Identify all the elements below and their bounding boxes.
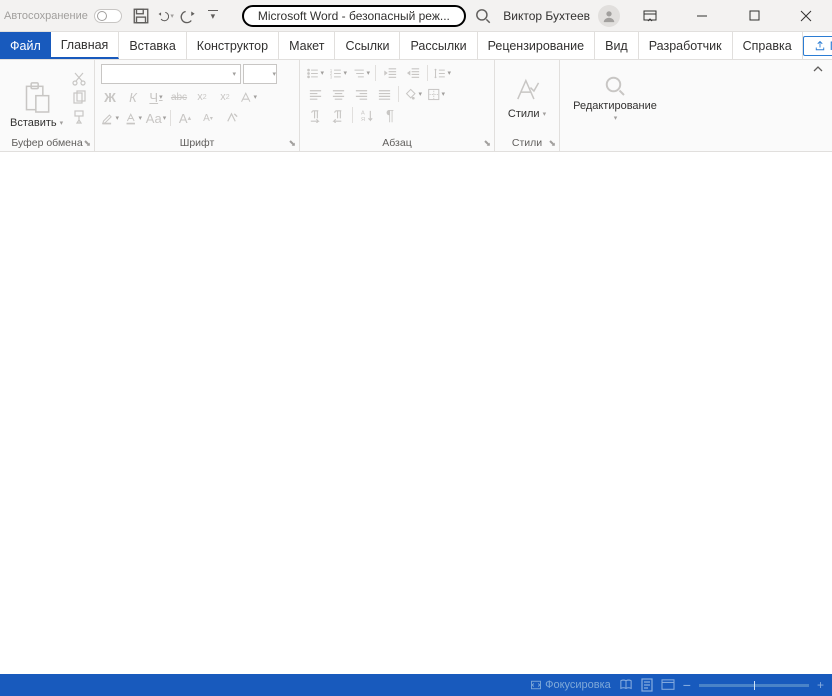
document-area[interactable] bbox=[0, 152, 832, 677]
tab-insert[interactable]: Вставка bbox=[119, 32, 186, 59]
ribbon-tabs: Файл Главная Вставка Конструктор Макет С… bbox=[0, 32, 832, 60]
group-editing: Редактирование ▾ bbox=[560, 60, 670, 151]
cut-icon[interactable] bbox=[71, 71, 87, 87]
clipboard-label: Буфер обмена bbox=[11, 137, 82, 149]
font-name-combo[interactable]: ▾ bbox=[101, 64, 241, 84]
editing-btn-label: Редактирование bbox=[573, 100, 657, 112]
group-clipboard: Вставить▾ Буфер обмена⬊ bbox=[0, 60, 95, 151]
bold-button[interactable]: Ж bbox=[101, 88, 119, 106]
save-icon[interactable] bbox=[132, 7, 150, 25]
borders-button[interactable]: ▾ bbox=[427, 85, 445, 103]
titlebar: Автосохранение ▾ ▾ Microsoft Word - безо… bbox=[0, 0, 832, 32]
tab-references[interactable]: Ссылки bbox=[335, 32, 400, 59]
web-layout-icon[interactable] bbox=[661, 679, 675, 691]
avatar[interactable] bbox=[598, 5, 620, 27]
zoom-out-button[interactable]: − bbox=[683, 677, 691, 693]
shrink-font-button[interactable]: A▾ bbox=[199, 109, 217, 127]
redo-icon[interactable] bbox=[180, 7, 198, 25]
styles-launcher-icon[interactable]: ⬊ bbox=[548, 138, 556, 149]
paragraph-label: Абзац bbox=[382, 137, 411, 149]
zoom-in-button[interactable]: + bbox=[817, 678, 824, 692]
svg-text:3: 3 bbox=[330, 74, 333, 79]
align-left-button[interactable] bbox=[306, 85, 324, 103]
superscript-button[interactable]: x2 bbox=[216, 88, 234, 106]
tab-home[interactable]: Главная bbox=[51, 32, 120, 59]
decrease-indent-button[interactable] bbox=[381, 64, 399, 82]
ribbon-display-button[interactable] bbox=[628, 1, 672, 31]
numbering-button[interactable]: 123▾ bbox=[329, 64, 347, 82]
editing-button[interactable]: Редактирование ▾ bbox=[560, 60, 670, 135]
font-launcher-icon[interactable]: ⬊ bbox=[288, 138, 296, 149]
font-color-button[interactable]: ▾ bbox=[124, 109, 142, 127]
copy-icon[interactable] bbox=[71, 90, 87, 106]
quick-access-toolbar: ▾ ▾ bbox=[132, 7, 222, 25]
line-spacing-button[interactable]: ▾ bbox=[433, 64, 451, 82]
show-marks-button[interactable]: ¶ bbox=[381, 106, 399, 124]
paste-label: Вставить bbox=[10, 117, 57, 129]
font-size-combo[interactable]: ▾ bbox=[243, 64, 277, 84]
autosave-toggle[interactable] bbox=[94, 9, 122, 23]
tab-review[interactable]: Рецензирование bbox=[478, 32, 596, 59]
sort-button[interactable]: AЯ bbox=[358, 106, 376, 124]
zoom-slider[interactable] bbox=[699, 684, 809, 687]
tab-view[interactable]: Вид bbox=[595, 32, 639, 59]
text-effects-button[interactable]: ▾ bbox=[239, 88, 257, 106]
ribbon: Вставить▾ Буфер обмена⬊ ▾ ▾ Ж К Ч▾ abc x… bbox=[0, 60, 832, 152]
tab-mailings[interactable]: Рассылки bbox=[400, 32, 477, 59]
svg-text:A: A bbox=[360, 110, 364, 116]
autosave-label: Автосохранение bbox=[4, 10, 88, 22]
minimize-button[interactable] bbox=[680, 1, 724, 31]
close-button[interactable] bbox=[784, 1, 828, 31]
focus-label: Фокусировка bbox=[545, 679, 611, 691]
qat-customize-icon[interactable]: ▾ bbox=[204, 7, 222, 25]
justify-button[interactable] bbox=[375, 85, 393, 103]
tab-help[interactable]: Справка bbox=[733, 32, 803, 59]
group-styles: Стили▾ Стили ⬊ bbox=[495, 60, 560, 151]
shading-button[interactable]: ▾ bbox=[404, 85, 422, 103]
print-layout-icon[interactable] bbox=[641, 678, 653, 692]
bullets-button[interactable]: ▾ bbox=[306, 64, 324, 82]
paragraph-launcher-icon[interactable]: ⬊ bbox=[483, 138, 491, 149]
undo-icon[interactable]: ▾ bbox=[156, 7, 174, 25]
grow-font-button[interactable]: A▴ bbox=[176, 109, 194, 127]
ltr-button[interactable] bbox=[306, 106, 324, 124]
underline-button[interactable]: Ч▾ bbox=[147, 88, 165, 106]
tab-design[interactable]: Конструктор bbox=[187, 32, 279, 59]
title-safe-mode: Microsoft Word - безопасный реж... bbox=[242, 5, 466, 27]
format-painter-icon[interactable] bbox=[71, 109, 87, 125]
group-font: ▾ ▾ Ж К Ч▾ abc x2 x2 ▾ ▾ ▾ Aa▾ A▴ A▾ bbox=[95, 60, 300, 151]
share-button[interactable]: Поделиться bbox=[803, 36, 832, 56]
svg-text:Я: Я bbox=[360, 117, 364, 123]
styles-button[interactable]: Стили▾ bbox=[495, 60, 559, 135]
increase-indent-button[interactable] bbox=[404, 64, 422, 82]
clear-format-button[interactable] bbox=[222, 109, 240, 127]
font-label: Шрифт bbox=[180, 137, 215, 149]
rtl-button[interactable] bbox=[329, 106, 347, 124]
italic-button[interactable]: К bbox=[124, 88, 142, 106]
group-paragraph: ▾ 123▾ ▾ ▾ ▾ ▾ A bbox=[300, 60, 495, 151]
multilevel-button[interactable]: ▾ bbox=[352, 64, 370, 82]
strike-button[interactable]: abc bbox=[170, 88, 188, 106]
align-center-button[interactable] bbox=[329, 85, 347, 103]
tab-layout[interactable]: Макет bbox=[279, 32, 335, 59]
tab-file[interactable]: Файл bbox=[0, 32, 51, 59]
subscript-button[interactable]: x2 bbox=[193, 88, 211, 106]
username: Виктор Бухтеев bbox=[503, 9, 590, 23]
highlight-button[interactable]: ▾ bbox=[101, 109, 119, 127]
align-right-button[interactable] bbox=[352, 85, 370, 103]
focus-mode-button[interactable]: Фокусировка bbox=[530, 679, 611, 691]
maximize-button[interactable] bbox=[732, 1, 776, 31]
tab-developer[interactable]: Разработчик bbox=[639, 32, 733, 59]
collapse-ribbon-button[interactable] bbox=[812, 60, 832, 151]
search-icon[interactable] bbox=[474, 7, 492, 25]
clipboard-launcher-icon[interactable]: ⬊ bbox=[83, 138, 91, 149]
titlebar-right: Виктор Бухтеев bbox=[503, 1, 832, 31]
styles-btn-label: Стили bbox=[508, 108, 540, 120]
statusbar: Фокусировка − + bbox=[0, 674, 832, 696]
autosave-control[interactable]: Автосохранение bbox=[4, 9, 122, 23]
styles-label: Стили bbox=[512, 137, 542, 149]
read-mode-icon[interactable] bbox=[619, 679, 633, 691]
paste-button[interactable]: Вставить▾ bbox=[6, 64, 67, 131]
change-case-button[interactable]: Aa▾ bbox=[147, 109, 165, 127]
